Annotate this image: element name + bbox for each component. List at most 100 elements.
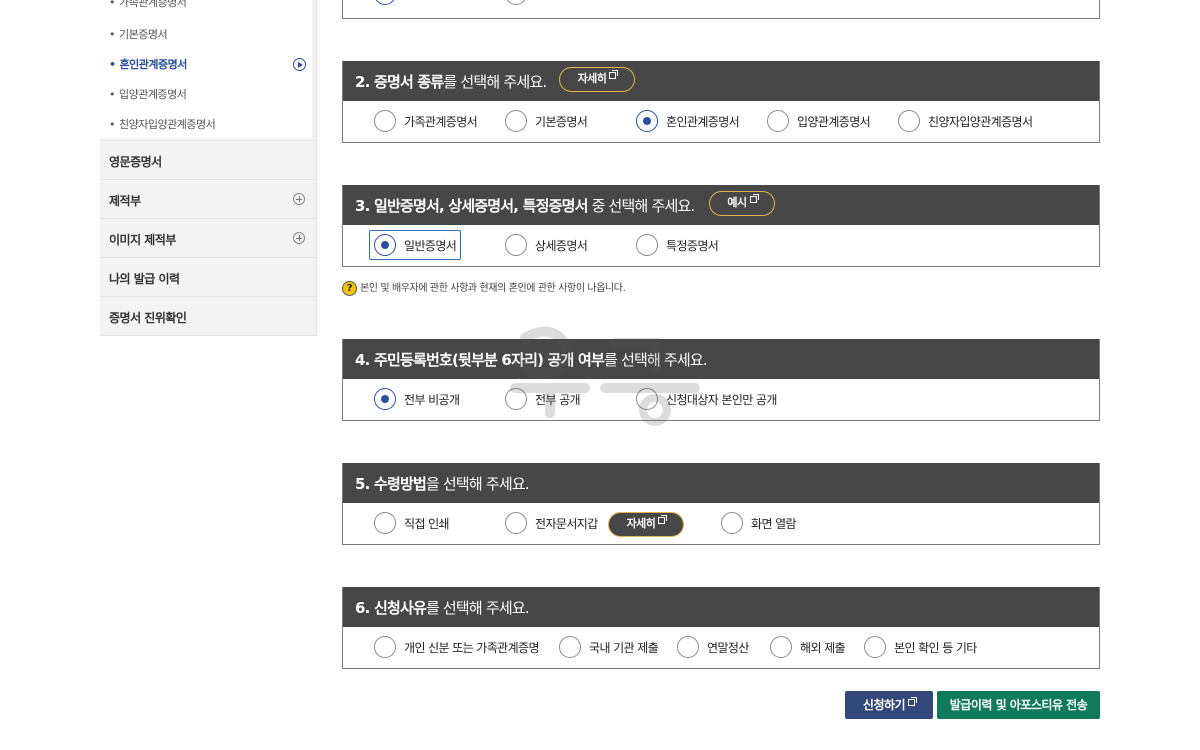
sidebar-item-label: 이미지 제적부 bbox=[109, 233, 176, 247]
radio-checked-icon[interactable] bbox=[636, 110, 658, 132]
section-header: 3. 일반증명서, 상세증명서, 특정증명서 중 선택해 주세요. 예시 bbox=[343, 185, 1099, 225]
sidebar-subitem-label: 혼인관계증명서 bbox=[119, 58, 188, 71]
option-label: 해외 제출 bbox=[800, 641, 846, 655]
section-title: 4. 주민등록번호(뒷부분 6자리) 공개 여부를 선택해 주세요. bbox=[355, 351, 708, 369]
external-link-icon bbox=[749, 194, 759, 203]
send-button-label: 발급이력 및 아포스티유 전송 bbox=[949, 698, 1088, 712]
option-label: 가족관계증명서 bbox=[404, 115, 478, 129]
radio-icon[interactable] bbox=[677, 636, 699, 658]
sidebar-item-label: 영문증명서 bbox=[109, 155, 162, 169]
sidebar-item-label: 제적부 bbox=[109, 194, 141, 208]
section-resident-number: 4. 주민등록번호(뒷부분 6자리) 공개 여부를 선택해 주세요. 전부 비공… bbox=[342, 339, 1100, 421]
example-button[interactable]: 예시 bbox=[709, 191, 775, 216]
section-1-remnant bbox=[342, 0, 1100, 19]
section-title: 2. 증명서 종류를 선택해 주세요. bbox=[355, 73, 547, 91]
sidebar-subitem-label: 친양자입양관계증명서 bbox=[119, 118, 216, 131]
plus-circle-icon[interactable] bbox=[293, 232, 305, 244]
section-body: 전부 비공개 전부 공개 신청대상자 본인만 공개 bbox=[343, 379, 1099, 420]
option-label: 화면 열람 bbox=[751, 517, 797, 531]
section-header: 4. 주민등록번호(뒷부분 6자리) 공개 여부를 선택해 주세요. bbox=[343, 339, 1099, 379]
sidebar-item-history[interactable]: 나의 발급 이력 bbox=[100, 257, 317, 295]
example-button-label: 예시 bbox=[727, 196, 747, 209]
option-label: 친양자입양관계증명서 bbox=[928, 115, 1033, 129]
sidebar-item-label: 나의 발급 이력 bbox=[109, 272, 180, 286]
option-label: 전자문서지갑 bbox=[535, 517, 598, 531]
option-label: 기본증명서 bbox=[535, 115, 588, 129]
sidebar-item-verify[interactable]: 증명서 진위확인 bbox=[100, 296, 317, 334]
option-label: 신청대상자 본인만 공개 bbox=[666, 393, 777, 407]
section-certificate-type: 2. 증명서 종류를 선택해 주세요. 자세히 가족관계증명서 기본증명서 혼인… bbox=[342, 61, 1100, 143]
radio-icon[interactable] bbox=[374, 636, 396, 658]
section-body: 일반증명서 상세증명서 특정증명서 bbox=[343, 225, 1099, 266]
option-label: 전부 공개 bbox=[535, 393, 581, 407]
option-label: 혼인관계증명서 bbox=[666, 115, 740, 129]
option-label: 본인 확인 등 기타 bbox=[894, 641, 977, 655]
section-delivery-method: 5. 수령방법을 선택해 주세요. 직접 인쇄 전자문서지갑 자세히 화면 열람 bbox=[342, 463, 1100, 545]
radio-icon[interactable] bbox=[505, 234, 527, 256]
radio-icon[interactable] bbox=[864, 636, 886, 658]
radio-icon[interactable] bbox=[767, 110, 789, 132]
section-title: 6. 신청사유를 선택해 주세요. bbox=[355, 599, 530, 617]
sidebar-subitem-basic[interactable]: • 기본증명서 bbox=[109, 26, 168, 42]
sidebar-subitem-label: 가족관계증명서 bbox=[119, 0, 187, 9]
radio-icon[interactable] bbox=[898, 110, 920, 132]
sidebar-item-image-register[interactable]: 이미지 제적부 bbox=[100, 218, 317, 256]
sidebar-item-register[interactable]: 제적부 bbox=[100, 179, 317, 217]
option-label: 국내 기관 제출 bbox=[589, 641, 659, 655]
sidebar-subitem-family[interactable]: • 가족관계증명서 bbox=[109, 0, 187, 10]
radio-icon[interactable] bbox=[559, 636, 581, 658]
details-button-label: 자세히 bbox=[626, 517, 656, 530]
radio-icon[interactable] bbox=[374, 512, 396, 534]
details-button-label: 자세히 bbox=[577, 72, 607, 85]
radio-icon[interactable] bbox=[721, 512, 743, 534]
send-history-apostille-button[interactable]: 발급이력 및 아포스티유 전송 bbox=[937, 691, 1100, 719]
radio-icon[interactable] bbox=[505, 0, 527, 5]
radio-checked-icon[interactable] bbox=[374, 234, 396, 256]
radio-checked-icon[interactable] bbox=[374, 0, 396, 5]
notice-label: 본인 및 배우자에 관한 사항과 현재의 혼인에 관한 사항이 나옵니다. bbox=[360, 283, 626, 294]
external-link-icon bbox=[658, 515, 668, 524]
section-body: 직접 인쇄 전자문서지갑 자세히 화면 열람 bbox=[343, 503, 1099, 544]
external-link-icon bbox=[609, 70, 619, 79]
radio-icon[interactable] bbox=[505, 512, 527, 534]
option-label: 특정증명서 bbox=[666, 239, 719, 253]
option-label: 연말정산 bbox=[707, 641, 749, 655]
details-button[interactable]: 자세히 bbox=[559, 67, 635, 92]
question-icon: ? bbox=[342, 280, 357, 296]
option-label: 일반증명서 bbox=[404, 239, 457, 253]
section-detail-level: 3. 일반증명서, 상세증명서, 특정증명서 중 선택해 주세요. 예시 일반증… bbox=[342, 185, 1100, 267]
section-body: 가족관계증명서 기본증명서 혼인관계증명서 입양관계증명서 친양자입양관계증명서 bbox=[343, 101, 1099, 142]
sidebar-subitem-full-adoption[interactable]: • 친양자입양관계증명서 bbox=[109, 116, 216, 132]
radio-icon[interactable] bbox=[636, 388, 658, 410]
plus-circle-icon[interactable] bbox=[293, 193, 305, 205]
section-application-reason: 6. 신청사유를 선택해 주세요. 개인 신분 또는 가족관계증명 국내 기관 … bbox=[342, 587, 1100, 669]
section-title: 5. 수령방법을 선택해 주세요. bbox=[355, 475, 530, 493]
apply-button[interactable]: 신청하기 bbox=[845, 691, 933, 719]
option-label: 상세증명서 bbox=[535, 239, 588, 253]
option-label: 전부 비공개 bbox=[404, 393, 460, 407]
sidebar-subitem-label: 입양관계증명서 bbox=[119, 88, 187, 101]
section-title: 3. 일반증명서, 상세증명서, 특정증명서 중 선택해 주세요. bbox=[355, 197, 695, 215]
sidebar-subitem-adoption[interactable]: • 입양관계증명서 bbox=[109, 86, 187, 102]
radio-icon[interactable] bbox=[636, 234, 658, 256]
external-link-icon bbox=[908, 697, 918, 706]
radio-icon[interactable] bbox=[770, 636, 792, 658]
notice-text: ? 본인 및 배우자에 관한 사항과 현재의 혼인에 관한 사항이 나옵니다. bbox=[342, 279, 626, 296]
section-header: 2. 증명서 종류를 선택해 주세요. 자세히 bbox=[343, 61, 1099, 101]
sidebar-subitem-marriage[interactable]: • 혼인관계증명서 bbox=[109, 56, 187, 72]
section-body: 개인 신분 또는 가족관계증명 국내 기관 제출 연말정산 해외 제출 본인 확… bbox=[343, 627, 1099, 668]
arrow-right-circle-icon[interactable] bbox=[293, 58, 306, 71]
apply-button-label: 신청하기 bbox=[862, 698, 906, 712]
option-label: 개인 신분 또는 가족관계증명 bbox=[404, 641, 540, 655]
option-label: 직접 인쇄 bbox=[404, 517, 450, 531]
option-label: 입양관계증명서 bbox=[797, 115, 871, 129]
radio-icon[interactable] bbox=[505, 110, 527, 132]
e-wallet-details-button[interactable]: 자세히 bbox=[608, 512, 684, 537]
sidebar-item-english-cert[interactable]: 영문증명서 bbox=[100, 140, 317, 178]
sidebar-subitem-label: 기본증명서 bbox=[119, 28, 168, 41]
radio-icon[interactable] bbox=[505, 388, 527, 410]
radio-checked-icon[interactable] bbox=[374, 388, 396, 410]
section-header: 5. 수령방법을 선택해 주세요. bbox=[343, 463, 1099, 503]
radio-icon[interactable] bbox=[374, 110, 396, 132]
section-header: 6. 신청사유를 선택해 주세요. bbox=[343, 587, 1099, 627]
